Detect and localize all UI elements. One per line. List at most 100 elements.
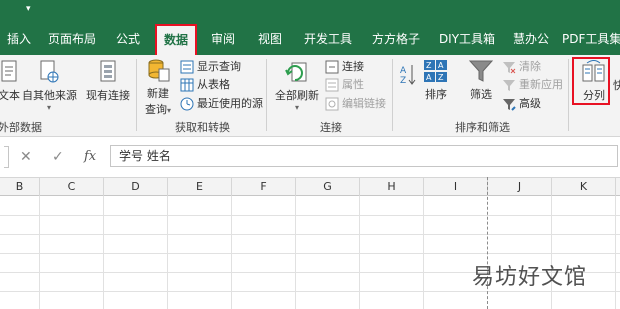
new-query-icon [148,59,170,82]
name-box[interactable] [4,146,9,168]
column-header-e[interactable]: E [168,178,232,196]
edit-links-icon [325,97,339,111]
reapply-button[interactable]: 重新应用 [502,76,563,94]
external-data-group-label: 外部数据 [0,121,42,134]
tab-insert[interactable]: 插入 [0,23,38,55]
row-line [0,215,620,216]
column-header-b[interactable]: B [0,178,40,196]
show-queries-button[interactable]: 显示查询 [180,58,241,76]
enter-formula-icon[interactable]: ✓ [52,146,64,168]
qat-customize-icon[interactable]: ▾ [26,4,31,14]
refresh-all-button[interactable]: 全部刷新 ▾ [272,59,322,112]
svg-text:Z: Z [400,76,406,86]
properties-button[interactable]: 属性 [325,76,364,94]
from-table-label: 从表格 [197,78,230,91]
column-header-j[interactable]: J [488,178,552,196]
svg-text:A: A [426,73,432,82]
group-divider [568,59,569,131]
group-divider [266,59,267,131]
reapply-label: 重新应用 [519,78,563,91]
row-line [0,234,620,235]
tab-pdf-tools[interactable]: PDF工具集 [562,23,620,55]
title-bar: ▾ [0,0,620,23]
sort-filter-group-label: 排序和筛选 [455,121,510,134]
other-sources-label: 自其他来源 [22,89,77,102]
column-header-i[interactable]: I [424,178,488,196]
column-header-k[interactable]: K [552,178,616,196]
filter-label: 筛选 [470,88,492,101]
svg-text:Z: Z [426,61,432,70]
new-query-label-2: 查询 [144,103,167,116]
sort-ascending-icon: A Z [400,65,416,86]
properties-icon [325,78,339,92]
column-headers: B C D E F G H I J K [0,177,620,196]
ribbon-data-panel: 文本 自其他来源 ▾ 现有连接 外部数据 新建 查询▾ 显示查询 从表格 最近使… [0,55,620,137]
ribbon-tabs: 插入 页面布局 公式 数据 审阅 视图 开发工具 方方格子 DIY工具箱 慧办公… [0,23,620,55]
sort-button[interactable]: Z A A Z 排序 [420,58,452,102]
sort-icon: Z A A Z [424,60,447,82]
tab-fangfang[interactable]: 方方格子 [366,23,426,55]
reapply-icon [503,80,515,91]
flash-fill-partial-label[interactable]: 快 [613,77,620,95]
column-header-c[interactable]: C [40,178,104,196]
properties-label: 属性 [342,78,364,91]
insert-function-icon[interactable]: fx [84,146,96,168]
clear-filter-label: 清除 [519,60,541,73]
column-line [615,196,616,309]
existing-connections-button[interactable]: 现有连接 [84,59,132,103]
cell-grid[interactable] [0,196,620,309]
advanced-filter-icon [503,99,516,111]
column-line [359,196,360,309]
tab-formulas[interactable]: 公式 [108,23,148,55]
connections-icon [325,60,339,74]
get-transform-group-label: 获取和转换 [175,121,230,134]
column-line [551,196,552,309]
tab-developer[interactable]: 开发工具 [298,23,358,55]
connections-button[interactable]: 连接 [325,58,364,76]
edit-links-label: 编辑链接 [342,97,386,110]
other-sources-button[interactable]: 自其他来源 ▾ [22,59,77,112]
tab-review[interactable]: 审阅 [203,23,243,55]
sort-az-button[interactable]: A Z [398,61,418,103]
chevron-down-icon: ▾ [166,106,171,115]
column-header-g[interactable]: G [296,178,360,196]
sort-label: 排序 [425,88,447,101]
tab-hui-office[interactable]: 慧办公 [508,23,554,55]
tab-page-layout[interactable]: 页面布局 [42,23,102,55]
recent-sources-button[interactable]: 最近使用的源 [180,95,263,113]
recent-sources-label: 最近使用的源 [197,97,263,110]
column-header-d[interactable]: D [104,178,168,196]
column-header-h[interactable]: H [360,178,424,196]
new-query-button[interactable]: 新建 查询▾ [140,57,176,117]
row-line [0,291,620,292]
advanced-filter-label: 高级 [519,97,541,110]
other-sources-icon [40,60,59,83]
row-line [0,253,620,254]
svg-text:A: A [438,61,444,70]
svg-text:A: A [400,66,407,76]
from-text-label: 文本 [0,89,20,102]
clock-icon [180,97,194,111]
tab-data[interactable]: 数据 [155,24,197,55]
existing-connections-icon [100,60,116,82]
from-table-button[interactable]: 从表格 [180,76,230,94]
filter-button[interactable]: 筛选 [464,58,498,102]
new-query-label-1: 新建 [147,87,169,100]
from-text-button[interactable]: 文本 [0,59,22,103]
column-line [423,196,424,309]
column-header-f[interactable]: F [232,178,296,196]
table-icon [180,78,194,92]
clear-filter-button[interactable]: 清除 [502,58,541,76]
column-line [103,196,104,309]
show-queries-icon [180,60,194,74]
formula-input[interactable]: 学号 姓名 [110,145,618,167]
tab-view[interactable]: 视图 [250,23,290,55]
advanced-filter-button[interactable]: 高级 [502,95,541,113]
connections-group-label: 连接 [320,121,342,134]
column-line [295,196,296,309]
column-line [167,196,168,309]
cancel-formula-icon[interactable]: ✕ [20,146,32,168]
chevron-down-icon: ▾ [46,103,51,112]
tab-diy-toolbox[interactable]: DIY工具箱 [436,23,498,55]
edit-links-button[interactable]: 编辑链接 [325,95,386,113]
